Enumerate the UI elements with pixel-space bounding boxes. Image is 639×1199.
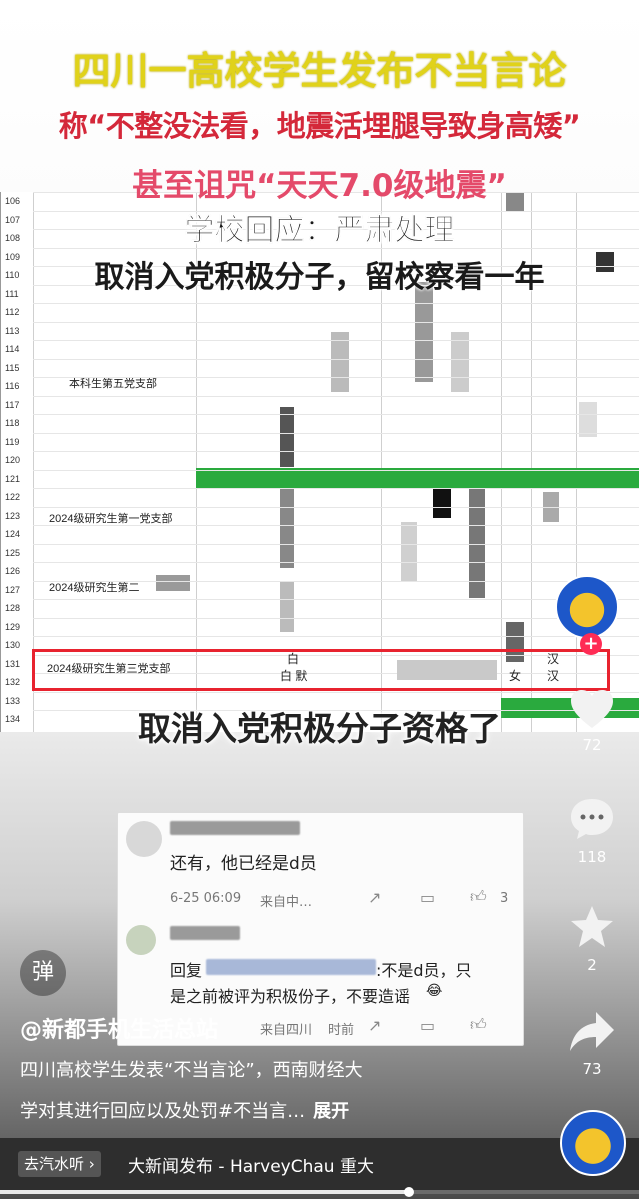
row-number: 118 bbox=[5, 418, 20, 428]
share-button[interactable]: 73 bbox=[562, 1010, 622, 1078]
comment-button[interactable]: 118 bbox=[562, 796, 622, 866]
blurred-username bbox=[170, 821, 300, 835]
row-number: 112 bbox=[5, 307, 20, 317]
row-number: 116 bbox=[5, 381, 20, 391]
playback-progress-bar[interactable] bbox=[0, 1187, 639, 1197]
green-highlight-row bbox=[196, 468, 639, 488]
music-disc-icon[interactable] bbox=[560, 1110, 626, 1176]
comment-screenshot-card: 还有，他已经是d员 6-25 06:09 来自中… ↗ ▭ 👍︎ 3 回复 :不… bbox=[117, 812, 524, 1046]
reply-time: 时前 bbox=[328, 1023, 355, 1038]
open-music-app-button[interactable]: 去汽水听 › bbox=[18, 1151, 101, 1177]
music-bar[interactable]: 去汽水听 › 大新闻发布 - HarveyChau 重大 bbox=[0, 1138, 639, 1190]
headline-title: 四川一高校学生发布不当言论 bbox=[72, 49, 567, 93]
share-count: 73 bbox=[582, 1060, 602, 1078]
share-icon bbox=[570, 1012, 614, 1051]
comment-icon bbox=[571, 799, 613, 839]
like-button[interactable]: 72 bbox=[562, 688, 622, 754]
headline-punishment: 取消入党积极分子，留校察看一年 bbox=[94, 260, 545, 295]
video-description-line1: 四川高校学生发表“不当言论”，西南财经大 bbox=[20, 1060, 363, 1081]
row-number: 127 bbox=[5, 584, 21, 595]
dept-label-grad3: 2024级研究生第三党支部 bbox=[47, 663, 171, 675]
video-caption: 取消入党积极分子资格了 bbox=[138, 709, 501, 748]
reply-location: 来自四川 bbox=[260, 1023, 313, 1038]
thumbs-up-small-icon: 👍︎ bbox=[470, 887, 487, 906]
row-number: 122 bbox=[5, 492, 21, 502]
row-number: 117 bbox=[5, 399, 20, 410]
commenter-avatar bbox=[126, 821, 162, 857]
video-description-line2: 学对其进行回应以及处罚#不当言… 展开 bbox=[20, 1097, 480, 1123]
row-number: 128 bbox=[5, 603, 21, 613]
row-number: 123 bbox=[5, 510, 21, 521]
row-number: 130 bbox=[5, 640, 21, 650]
expand-button[interactable]: 展开 bbox=[313, 1101, 349, 1122]
row-number: 124 bbox=[5, 529, 21, 539]
comment-count: 118 bbox=[577, 848, 607, 866]
video-description-text: 学对其进行回应以及处罚#不当言… bbox=[20, 1101, 306, 1122]
ethnicity-cell-top: 汉 bbox=[547, 652, 560, 666]
comment-location: 来自中… bbox=[260, 895, 313, 910]
row-number: 113 bbox=[5, 325, 20, 336]
star-icon bbox=[571, 906, 613, 947]
playback-progress-fill bbox=[0, 1190, 409, 1194]
follow-plus-icon[interactable]: + bbox=[580, 633, 602, 655]
row-number: 126 bbox=[5, 566, 21, 576]
row-number: 129 bbox=[5, 621, 21, 632]
blurred-id-cell bbox=[397, 660, 497, 680]
headline-school-response: 学校回应：严肃处理 bbox=[184, 213, 455, 249]
headline-quote: 称“不整没法看，地震活埋腿导致身高矮” bbox=[58, 109, 581, 143]
blurred-reply-target bbox=[206, 959, 376, 975]
danmaku-toggle-button[interactable]: 弹 bbox=[20, 950, 66, 996]
row-number: 121 bbox=[5, 473, 21, 484]
heart-icon bbox=[571, 690, 613, 728]
name-cell-top: 白 bbox=[287, 652, 300, 666]
row-number: 120 bbox=[5, 455, 21, 465]
playback-progress-knob[interactable] bbox=[403, 1187, 414, 1197]
row-number: 115 bbox=[5, 362, 20, 373]
comment-time: 6-25 06:09 bbox=[170, 891, 242, 906]
share-small-icon: ↗ bbox=[368, 888, 382, 907]
favorite-count: 2 bbox=[587, 956, 597, 974]
like-count: 72 bbox=[582, 736, 602, 754]
headline-curse: 甚至诅咒“天天7.0级地震” bbox=[132, 168, 507, 204]
row-number: 132 bbox=[5, 677, 21, 687]
favorite-button[interactable]: 2 bbox=[562, 904, 622, 974]
reply-text-line1: :不是d员，只 bbox=[376, 961, 472, 980]
reply-prefix: 回复 bbox=[170, 961, 203, 980]
highlighted-row-box: 2024级研究生第三党支部 白 白 默 女 汉 汉 bbox=[32, 649, 610, 691]
reply-avatar bbox=[126, 925, 156, 955]
reply-emoji: 😂 bbox=[426, 983, 443, 999]
comment-text: 还有，他已经是d员 bbox=[170, 854, 317, 874]
author-name[interactable]: @新都手机生活总站 bbox=[20, 1012, 218, 1044]
name-cell: 白 默 bbox=[280, 669, 308, 683]
row-number: 114 bbox=[5, 344, 20, 354]
ethnicity-cell: 汉 bbox=[547, 669, 560, 683]
music-title: 大新闻发布 - HarveyChau 重大 bbox=[128, 1157, 374, 1177]
row-number: 119 bbox=[5, 436, 20, 447]
comment-like-count: 3 bbox=[500, 891, 509, 906]
author-avatar[interactable] bbox=[555, 575, 619, 639]
dept-label-grad1: 2024级研究生第一党支部 bbox=[49, 513, 173, 525]
row-number: 131 bbox=[5, 658, 21, 669]
gender-cell: 女 bbox=[509, 669, 522, 683]
reply-text-line2: 是之前被评为积极份子，不要造谣 bbox=[170, 987, 411, 1006]
blurred-replier bbox=[170, 926, 240, 940]
reply-small-icon: ▭ bbox=[420, 888, 436, 907]
row-number: 125 bbox=[5, 547, 21, 558]
